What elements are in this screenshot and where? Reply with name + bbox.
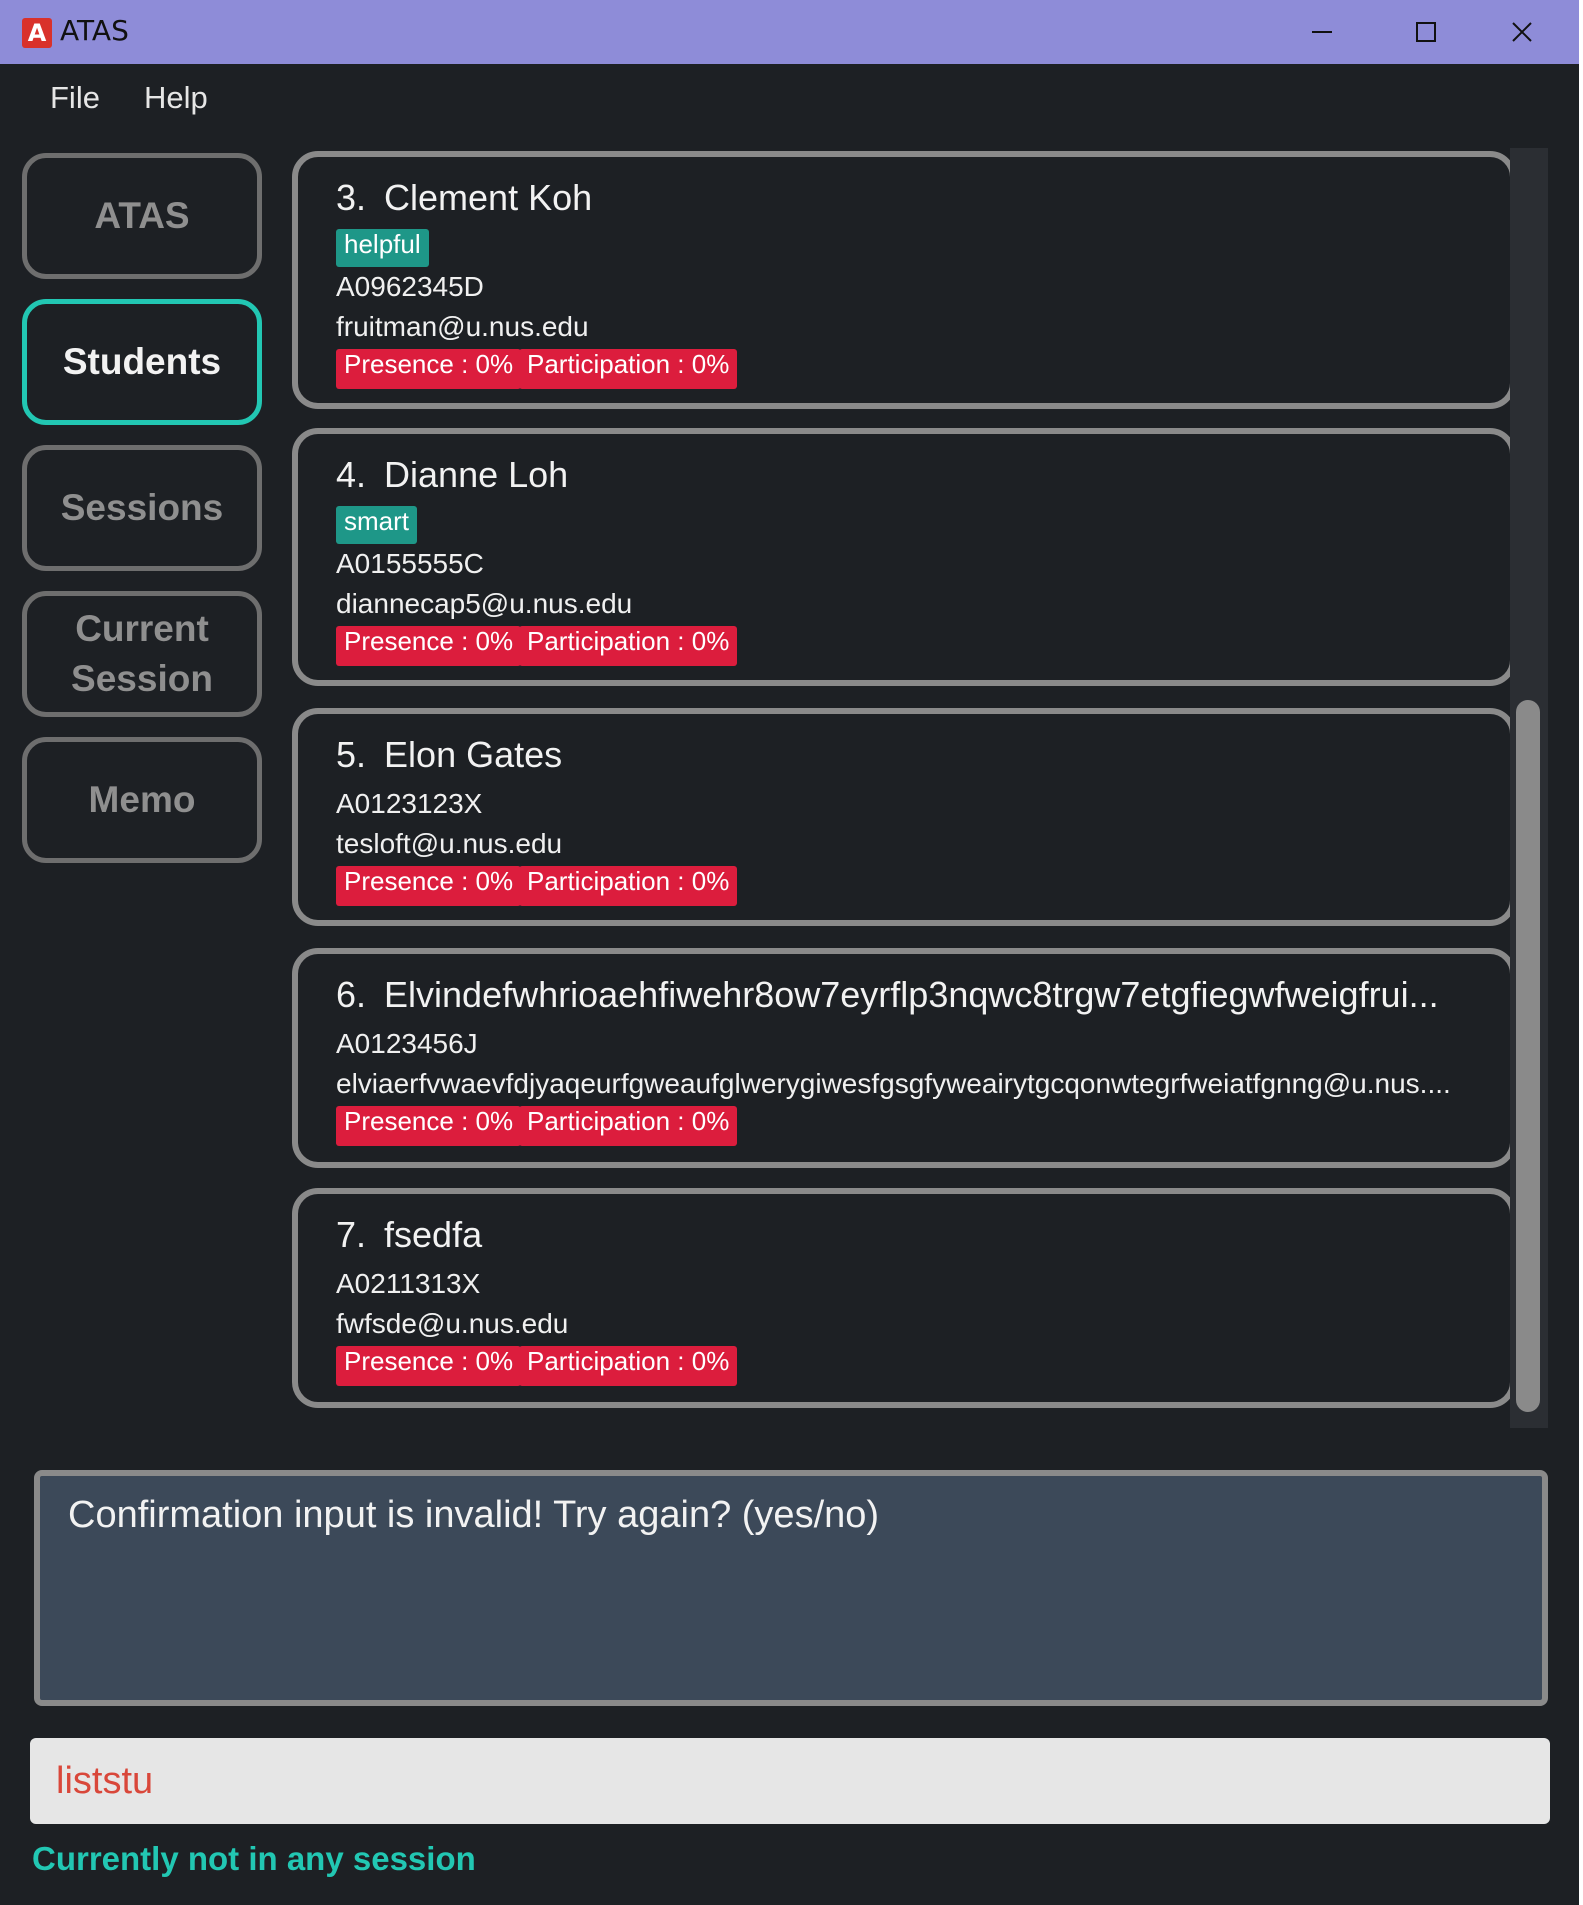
presence-badge: Presence : 0% xyxy=(336,1106,522,1146)
minimize-icon xyxy=(1312,31,1332,33)
student-name-text: Clement Koh xyxy=(384,177,593,218)
student-email: elviaerfvwaevfdjyaqeurfgweaufglwerygiwes… xyxy=(336,1068,1451,1099)
student-email: fruitman@u.nus.edu xyxy=(336,311,589,342)
presence-badge: Presence : 0% xyxy=(336,626,522,666)
student-matric: A0155555C xyxy=(336,548,484,579)
menu-file[interactable]: File xyxy=(50,80,100,116)
student-matric: A0123123X xyxy=(336,788,483,819)
student-index: 3. xyxy=(336,177,367,218)
status-bar-text: Currently not in any session xyxy=(32,1840,476,1877)
student-name-text: fsedfa xyxy=(384,1214,483,1255)
presence-badge: Presence : 0% xyxy=(336,866,522,906)
minimize-button[interactable] xyxy=(1270,0,1374,64)
close-icon xyxy=(1512,22,1532,42)
student-tag: smart xyxy=(336,506,417,544)
participation-badge: Participation : 0% xyxy=(519,1346,738,1386)
student-name: 3. Clement Koh xyxy=(336,177,1496,219)
scrollbar-thumb[interactable] xyxy=(1516,700,1540,1412)
student-card[interactable]: 5. Elon Gates A0123123X tesloft@u.nus.edu… xyxy=(292,708,1516,926)
nav-atas-button[interactable]: ATAS xyxy=(22,153,262,279)
student-name: 5. Elon Gates xyxy=(336,734,1496,776)
nav-sessions-button[interactable]: Sessions xyxy=(22,445,262,571)
close-button[interactable] xyxy=(1470,0,1574,64)
menu-help[interactable]: Help xyxy=(144,80,208,116)
nav-memo-button[interactable]: Memo xyxy=(22,737,262,863)
student-card[interactable]: 3. Clement Koh helpful A0962345D fruitman… xyxy=(292,151,1516,409)
nav-students-button[interactable]: Students xyxy=(22,299,262,425)
presence-badge: Presence : 0% xyxy=(336,349,522,389)
student-name-text: Elon Gates xyxy=(384,734,563,775)
menu-bar: File Help xyxy=(4,64,1579,132)
student-matric: A0962345D xyxy=(336,271,484,302)
title-bar[interactable]: A ATAS xyxy=(0,0,1583,64)
participation-badge: Participation : 0% xyxy=(519,866,738,906)
student-card[interactable]: 6. Elvindefwhrioaehfiwehr8ow7eyrflp3nqwc8… xyxy=(292,948,1516,1168)
student-card[interactable]: 4. Dianne Loh smart A0155555C diannecap5@… xyxy=(292,428,1516,686)
participation-badge: Participation : 0% xyxy=(519,349,738,389)
presence-badge: Presence : 0% xyxy=(336,1346,522,1386)
maximize-icon xyxy=(1416,22,1436,42)
student-name-text: Elvindefwhrioaehfiwehr8ow7eyrflp3nqwc8tr… xyxy=(384,974,1439,1015)
student-tag: helpful xyxy=(336,229,429,267)
student-matric: A0123456J xyxy=(336,1028,478,1059)
student-name-text: Dianne Loh xyxy=(384,454,569,495)
window-edge xyxy=(1579,0,1583,1905)
student-index: 4. xyxy=(336,454,367,495)
student-list[interactable]: 3. Clement Koh helpful A0962345D fruitman… xyxy=(292,148,1552,1428)
student-email: fwfsde@u.nus.edu xyxy=(336,1308,569,1339)
participation-badge: Participation : 0% xyxy=(519,626,738,666)
student-name: 4. Dianne Loh xyxy=(336,454,1496,496)
app-logo-icon: A xyxy=(22,18,52,48)
student-matric: A0211313X xyxy=(336,1268,481,1299)
participation-badge: Participation : 0% xyxy=(519,1106,738,1146)
student-index: 5. xyxy=(336,734,367,775)
result-message: Confirmation input is invalid! Try again… xyxy=(68,1494,880,1536)
student-email: tesloft@u.nus.edu xyxy=(336,828,563,859)
student-name: 7. fsedfa xyxy=(336,1214,1496,1256)
student-name: 6. Elvindefwhrioaehfiwehr8ow7eyrflp3nqwc8… xyxy=(336,974,1496,1016)
nav-current-session-button[interactable]: Current Session xyxy=(22,591,262,717)
result-display: Confirmation input is invalid! Try again… xyxy=(34,1470,1548,1706)
command-input[interactable] xyxy=(30,1738,1550,1824)
window-title: ATAS xyxy=(60,14,129,47)
student-card[interactable]: 7. fsedfa A0211313X fwfsde@u.nus.edu Pres… xyxy=(292,1188,1516,1408)
app-window: A ATAS File Help ATAS Students Sessions … xyxy=(0,0,1583,1905)
maximize-button[interactable] xyxy=(1374,0,1478,64)
student-index: 6. xyxy=(336,974,367,1015)
student-index: 7. xyxy=(336,1214,367,1255)
student-email: diannecap5@u.nus.edu xyxy=(336,588,633,619)
